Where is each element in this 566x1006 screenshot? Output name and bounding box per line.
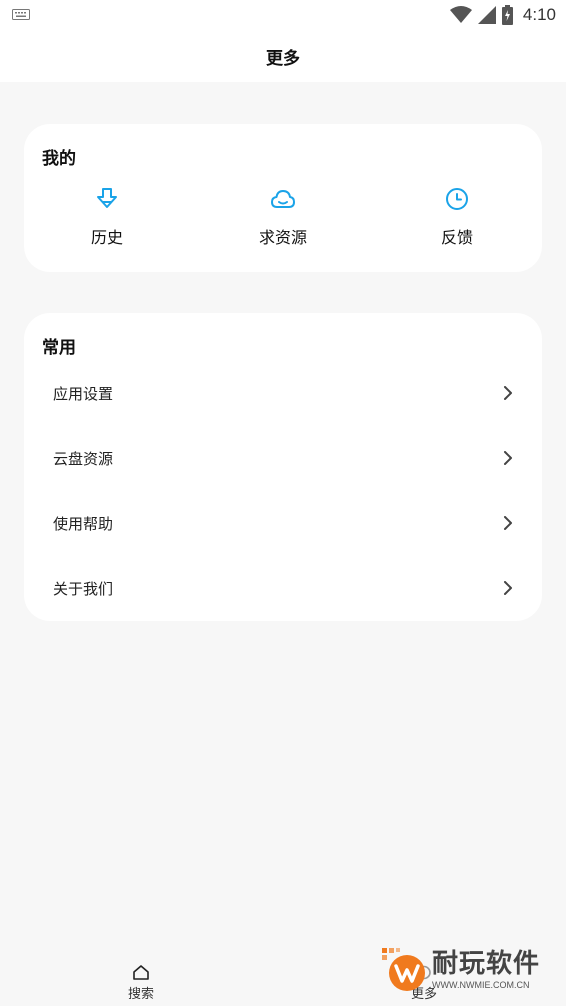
app-settings-label: 应用设置	[53, 384, 114, 403]
watermark-url: WWW.NWMIE.COM.CN	[432, 980, 530, 990]
chevron-right-icon	[504, 451, 512, 465]
help-row[interactable]: 使用帮助	[24, 491, 542, 555]
page-title: 更多	[266, 48, 300, 69]
about-us-row[interactable]: 关于我们	[24, 556, 542, 620]
status-bar: 4:10	[0, 0, 566, 30]
watermark-name: 耐玩软件	[432, 949, 541, 979]
request-resource-button[interactable]: 求资源	[213, 186, 353, 252]
tab-search-label: 搜索	[127, 987, 154, 1002]
wifi-icon	[449, 6, 472, 23]
app-settings-row[interactable]: 应用设置	[24, 361, 542, 425]
download-arrow-icon	[97, 188, 117, 208]
cloud-resources-row[interactable]: 云盘资源	[24, 426, 542, 490]
battery-icon	[501, 5, 513, 25]
keyboard-icon	[12, 9, 30, 20]
common-card-title: 常用	[42, 338, 76, 358]
watermark: 耐玩软件 WWW.NWMIE.COM.CN	[380, 946, 552, 994]
feedback-button[interactable]: 反馈	[387, 186, 527, 252]
mine-card: 我的 历史 求资源 反馈	[24, 124, 542, 272]
chevron-right-icon	[504, 386, 512, 400]
mine-card-title: 我的	[42, 149, 76, 169]
status-time: 4:10	[522, 5, 556, 24]
status-icons: 4:10	[449, 4, 556, 26]
help-label: 使用帮助	[53, 514, 114, 533]
cloud-icon	[271, 190, 295, 208]
tab-search[interactable]: 搜索	[101, 964, 181, 1002]
cloud-resources-label: 云盘资源	[53, 449, 114, 468]
about-us-label: 关于我们	[53, 579, 114, 598]
home-icon	[133, 965, 149, 980]
history-label: 历史	[90, 228, 123, 247]
chevron-right-icon	[504, 516, 512, 530]
watermark-logo-icon	[382, 948, 425, 991]
signal-icon	[477, 6, 496, 24]
chevron-right-icon	[504, 581, 512, 595]
request-resource-label: 求资源	[258, 228, 307, 247]
history-button[interactable]: 历史	[37, 186, 177, 252]
clock-icon	[446, 188, 468, 210]
page-header: 更多	[0, 30, 566, 82]
feedback-label: 反馈	[440, 228, 473, 247]
common-card: 常用 应用设置 云盘资源 使用帮助 关于我们	[24, 313, 542, 621]
